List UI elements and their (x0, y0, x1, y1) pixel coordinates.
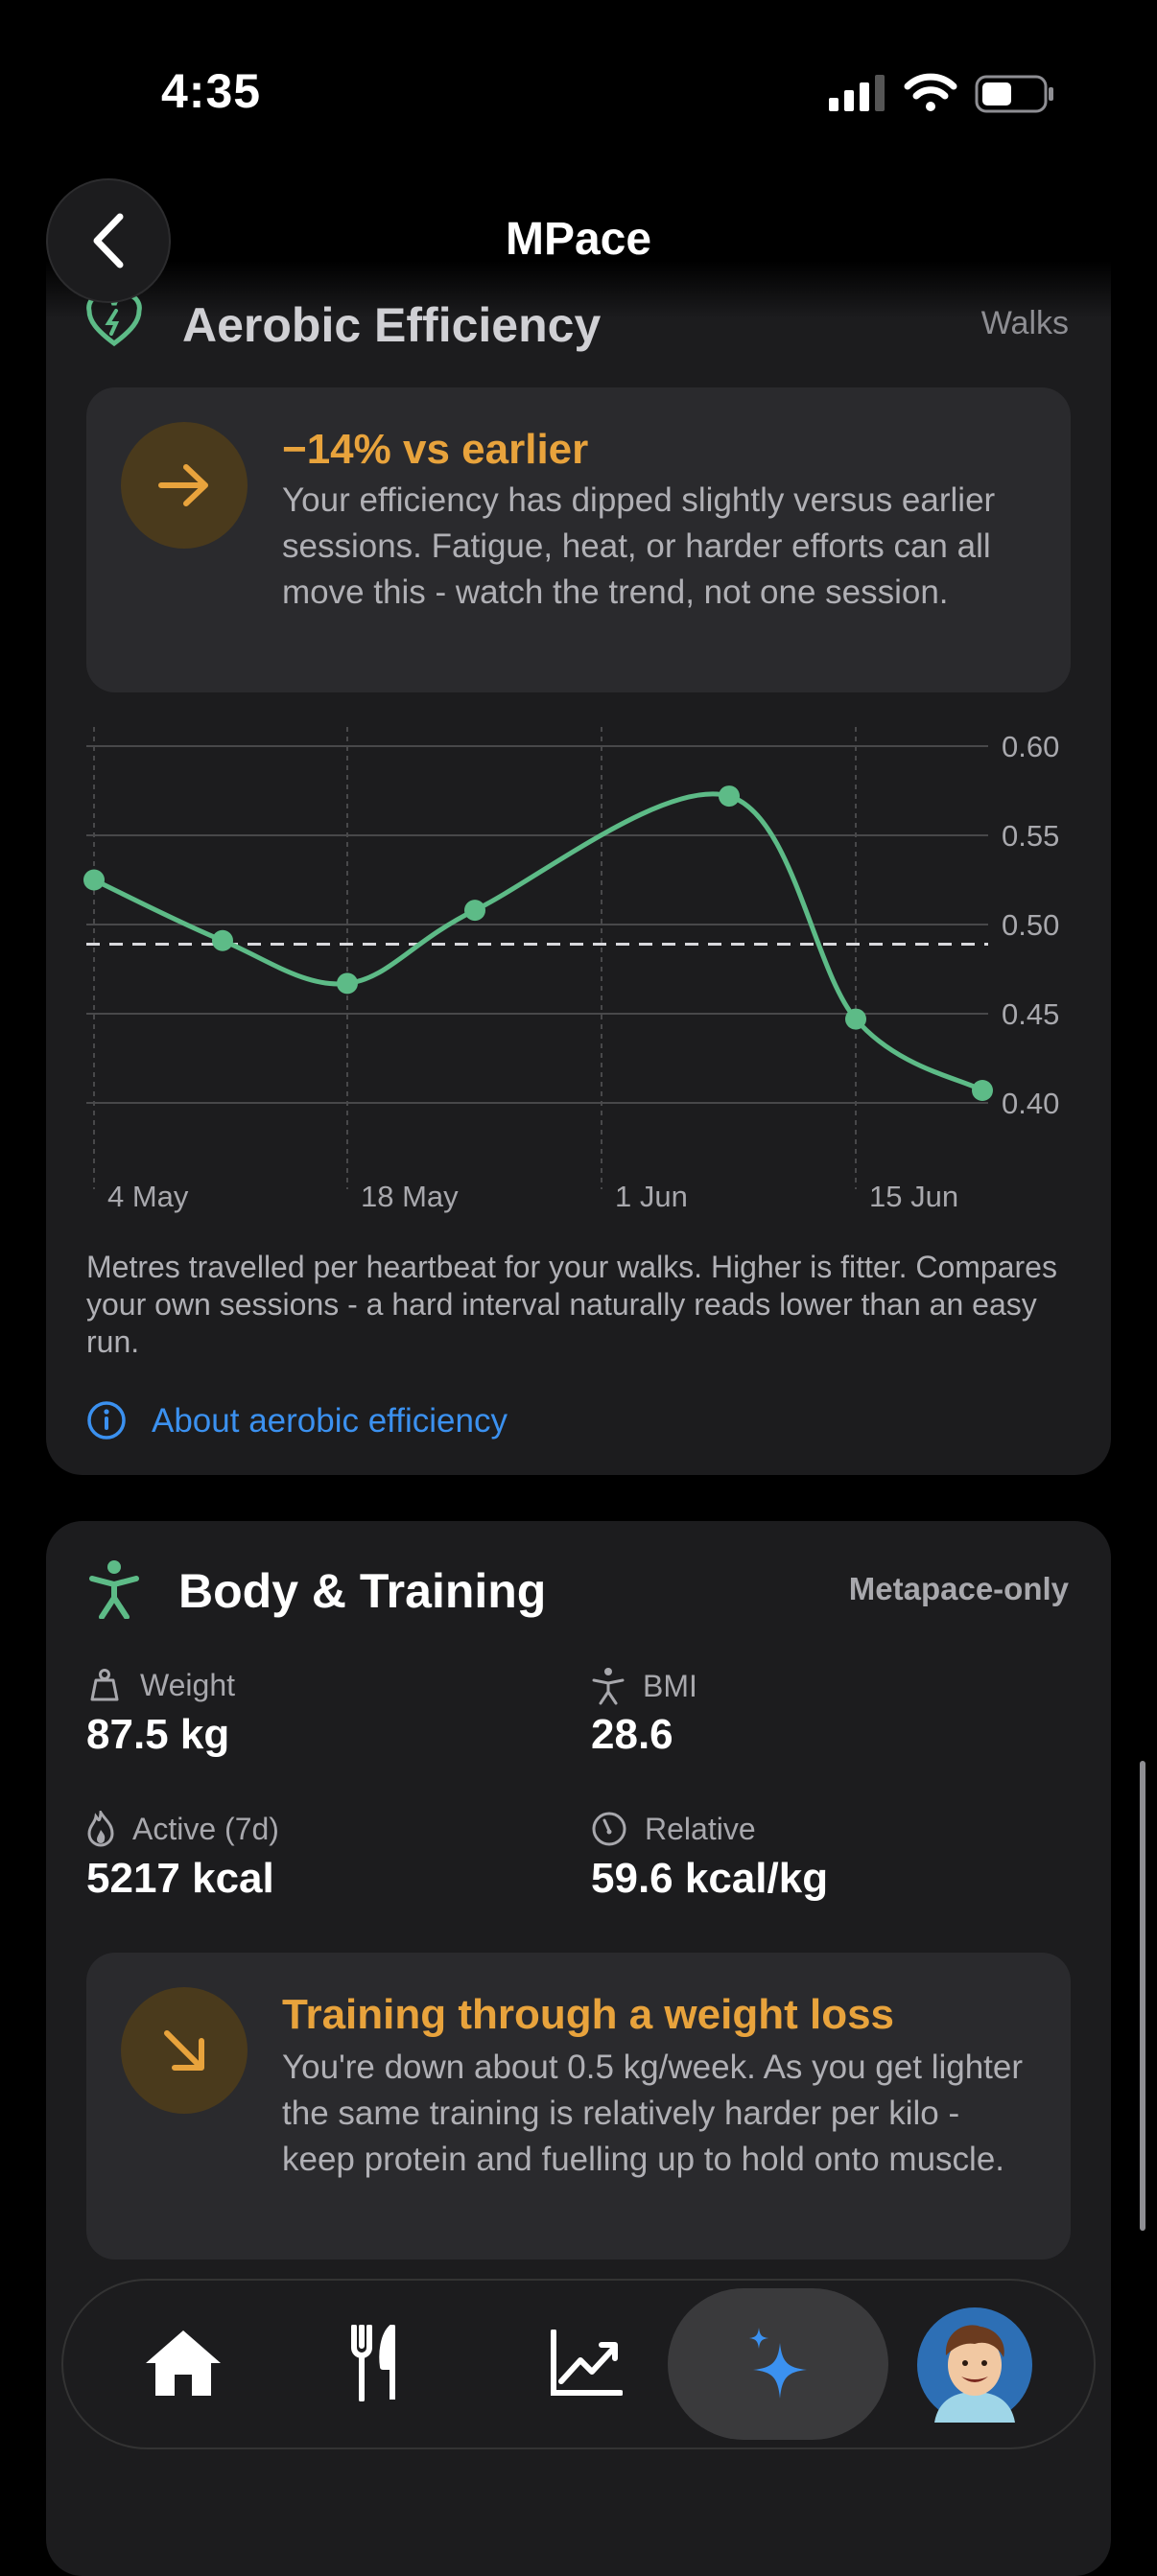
stat-bmi-label: BMI (591, 1667, 697, 1705)
tab-home[interactable] (121, 2315, 246, 2411)
gauge-icon (592, 1812, 626, 1846)
sparkles-icon (749, 2328, 807, 2399)
arrow-down-right-icon (121, 1987, 248, 2114)
body-training-title: Body & Training (178, 1564, 547, 1618)
aerobic-title: Aerobic Efficiency (182, 298, 602, 352)
battery-icon (975, 75, 1055, 118)
y-tick-label: 0.45 (1002, 997, 1059, 1031)
fork-knife-icon (351, 2325, 395, 2401)
x-tick-label: 4 May (107, 1180, 189, 1213)
figure-icon (592, 1668, 625, 1705)
data-point[interactable] (845, 1008, 866, 1030)
efficiency-chart: 0.60 0.55 0.50 0.45 0.40 4 May 18 May 1 Jun 15 … (83, 727, 1059, 1213)
signal-icon (827, 75, 886, 118)
filter-label[interactable]: Walks (981, 305, 1069, 342)
weight-insight-headline: Training through a weight loss (282, 1991, 895, 2038)
tab-bar (61, 2279, 1096, 2449)
about-aerobic-link[interactable]: About aerobic efficiency (152, 1402, 508, 1440)
stat-weight-value: 87.5 kg (86, 1711, 230, 1758)
stat-active-value: 5217 kcal (86, 1855, 274, 1902)
arrow-right-icon (121, 422, 248, 549)
insight-text: Your efficiency has dipped slightly vers… (282, 481, 996, 611)
stat-label-text: Relative (645, 1811, 756, 1846)
chart-description: Metres travelled per heartbeat for your … (86, 1250, 1057, 1359)
tab-nutrition[interactable] (322, 2315, 428, 2411)
stat-label-text: BMI (643, 1668, 697, 1703)
y-tick-label: 0.60 (1002, 730, 1059, 763)
stat-relative-value: 59.6 kcal/kg (591, 1855, 829, 1902)
stat-bmi-value: 28.6 (591, 1711, 673, 1758)
stat-weight-label: Weight (86, 1667, 235, 1703)
home-icon (146, 2330, 221, 2396)
tab-trends[interactable] (533, 2315, 639, 2411)
flame-icon (87, 1811, 114, 1847)
heart-bolt-icon (86, 293, 142, 352)
figure-icon (88, 1559, 140, 1624)
status-time: 4:35 (161, 64, 262, 118)
stat-label-text: Active (7d) (132, 1811, 279, 1846)
stat-relative-label: Relative (591, 1811, 756, 1847)
wifi-icon (904, 71, 957, 118)
data-point[interactable] (972, 1079, 993, 1101)
y-tick-label: 0.40 (1002, 1087, 1059, 1120)
data-point[interactable] (719, 785, 740, 808)
scrollbar[interactable] (1140, 1761, 1145, 2231)
avatar (917, 2307, 1032, 2423)
scale-icon (90, 1669, 119, 1701)
data-point[interactable] (464, 900, 485, 922)
x-tick-label: 15 Jun (869, 1180, 958, 1213)
tab-profile[interactable] (917, 2307, 1032, 2423)
x-tick-label: 1 Jun (615, 1180, 688, 1213)
info-icon[interactable] (86, 1400, 127, 1445)
weight-insight-text: You're down about 0.5 kg/week. As you ge… (282, 2049, 1024, 2178)
y-tick-label: 0.55 (1002, 819, 1059, 853)
data-point[interactable] (83, 869, 105, 891)
stat-active-label: Active (7d) (86, 1811, 279, 1847)
data-point[interactable] (337, 972, 358, 995)
metapace-badge: Metapace-only (848, 1571, 1069, 1606)
tab-ai-coach[interactable] (668, 2288, 888, 2440)
trend-chart-icon (551, 2330, 623, 2396)
page-title: MPace (505, 214, 652, 265)
insight-headline: −14% vs earlier (282, 426, 589, 473)
x-tick-label: 18 May (361, 1180, 459, 1213)
data-point[interactable] (212, 929, 233, 951)
stat-label-text: Weight (140, 1667, 236, 1702)
y-tick-label: 0.50 (1002, 908, 1059, 942)
